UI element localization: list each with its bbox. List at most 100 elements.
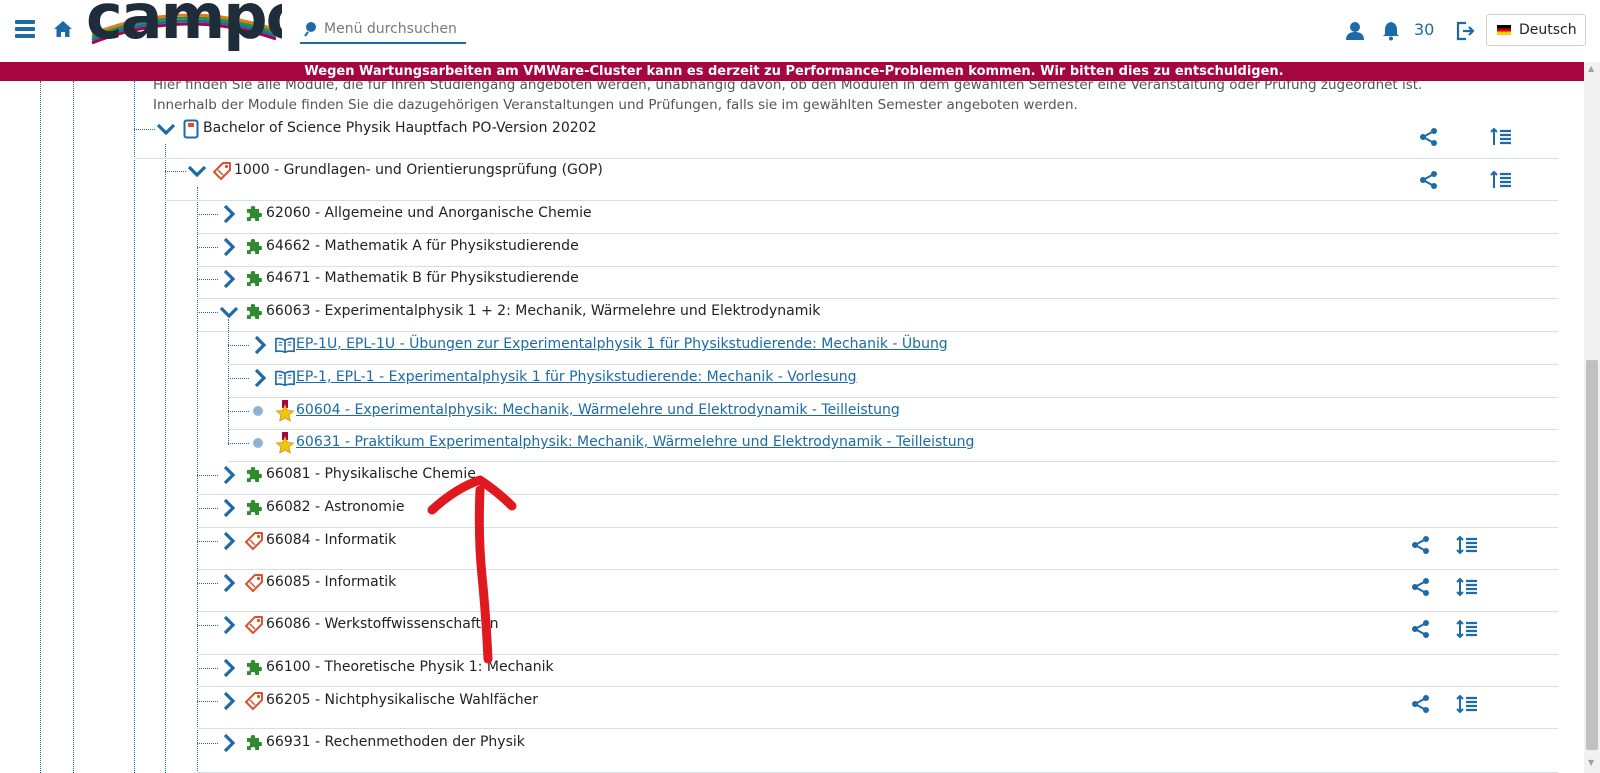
exam-star-icon — [275, 400, 295, 422]
tree-item-label: 64662 - Mathematik A für Physikstudieren… — [266, 238, 579, 254]
tree-item-label: 1000 - Grundlagen- und Orientierungsprüf… — [234, 162, 603, 178]
expand-toggle[interactable] — [220, 574, 238, 592]
expand-toggle[interactable] — [220, 616, 238, 634]
exam-star-icon — [275, 432, 295, 454]
tree-guide-line — [165, 144, 166, 773]
share-button[interactable] — [1418, 169, 1440, 191]
tree-row: 1000 - Grundlagen- und Orientierungsprüf… — [165, 159, 1558, 201]
svg-text:campo: campo — [86, 0, 282, 53]
expand-toggle[interactable] — [220, 692, 238, 710]
puzzle-icon — [244, 204, 264, 224]
session-timer: 30 — [1414, 20, 1435, 39]
share-icon — [1412, 695, 1429, 713]
scroll-thumb[interactable] — [1586, 360, 1598, 750]
tree-row: 66086 - Werkstoffwissenschaften — [197, 612, 1558, 655]
chevron-right-icon — [254, 336, 266, 354]
search-input[interactable] — [324, 21, 464, 37]
user-button[interactable] — [1342, 18, 1368, 44]
sort-button[interactable] — [1490, 169, 1512, 191]
chevron-right-icon — [223, 734, 235, 752]
share-icon — [1420, 171, 1437, 189]
intro-line-2: Innerhalb der Module finden Sie die dazu… — [153, 97, 1078, 113]
puzzle-icon — [244, 269, 264, 289]
expand-toggle[interactable] — [251, 336, 269, 354]
tree-item-label: 66085 - Informatik — [266, 574, 397, 590]
chevron-right-icon — [223, 499, 235, 517]
tag-icon — [244, 531, 264, 551]
tree-connector — [197, 508, 218, 509]
tree-item-label: 66084 - Informatik — [266, 532, 397, 548]
tree-row: 66100 - Theoretische Physik 1: Mechanik — [197, 655, 1558, 687]
scroll-up-arrow-icon[interactable]: ▲ — [1588, 64, 1594, 73]
share-button[interactable] — [1410, 618, 1432, 640]
leaf-bullet-icon — [253, 438, 263, 448]
sort-both-icon — [1456, 577, 1477, 597]
language-select[interactable]: Deutsch — [1486, 14, 1586, 46]
tree-item-link[interactable]: 60604 - Experimentalphysik: Mechanik, Wä… — [296, 402, 900, 418]
expand-toggle[interactable] — [220, 659, 238, 677]
collapse-toggle[interactable] — [220, 303, 238, 321]
home-button[interactable] — [50, 16, 76, 42]
scroll-down-arrow-icon[interactable]: ▼ — [1588, 758, 1594, 767]
tree-item-link[interactable]: EP-1U, EPL-1U - Übungen zur Experimental… — [296, 336, 948, 352]
tree-row: 66085 - Informatik — [197, 570, 1558, 612]
puzzle-icon — [244, 237, 264, 257]
tree-connector — [197, 214, 218, 215]
tree-connector — [197, 583, 218, 584]
chevron-right-icon — [223, 238, 235, 256]
tree-connector — [197, 625, 218, 626]
expand-toggle[interactable] — [220, 466, 238, 484]
chevron-right-icon — [223, 466, 235, 484]
chevron-right-icon — [223, 659, 235, 677]
share-button[interactable] — [1410, 534, 1432, 556]
sort-button[interactable] — [1456, 693, 1478, 715]
page-scrollbar[interactable]: ▲ ▼ — [1584, 62, 1600, 773]
expand-toggle[interactable] — [220, 499, 238, 517]
tree-item-label: 62060 - Allgemeine und Anorganische Chem… — [266, 205, 592, 221]
chevron-right-icon — [254, 369, 266, 387]
tag-icon — [244, 615, 264, 635]
menu-button[interactable] — [10, 14, 40, 44]
menu-search[interactable] — [300, 16, 466, 44]
menu-icon — [15, 20, 35, 38]
tree-item-label: 66081 - Physikalische Chemie — [266, 466, 476, 482]
tree-connector — [228, 411, 249, 412]
sort-button[interactable] — [1456, 534, 1478, 556]
collapse-toggle[interactable] — [188, 162, 206, 180]
sort-button[interactable] — [1456, 576, 1478, 598]
tag-icon — [244, 691, 264, 711]
chevron-right-icon — [223, 616, 235, 634]
expand-toggle[interactable] — [251, 369, 269, 387]
tree-item-label: Bachelor of Science Physik Hauptfach PO-… — [203, 120, 597, 136]
leaf-bullet-icon — [253, 406, 263, 416]
tree-item-link[interactable]: EP-1, EPL-1 - Experimentalphysik 1 für P… — [296, 369, 857, 385]
campo-logo[interactable]: campo — [86, 0, 282, 60]
tree-connector — [197, 743, 218, 744]
chevron-right-icon — [223, 574, 235, 592]
tree-connector — [228, 378, 249, 379]
share-button[interactable] — [1418, 126, 1440, 148]
tree-row: 64671 - Mathematik B für Physikstudieren… — [197, 267, 1558, 299]
expand-toggle[interactable] — [220, 734, 238, 752]
expand-toggle[interactable] — [220, 532, 238, 550]
tree-item-link[interactable]: 60631 - Praktikum Experimentalphysik: Me… — [296, 434, 974, 450]
tree-connector — [197, 701, 218, 702]
intro-line-1: Hier finden Sie alle Module, die für Ihr… — [153, 81, 1423, 93]
expand-toggle[interactable] — [220, 270, 238, 288]
collapse-toggle[interactable] — [157, 120, 175, 138]
tree-row: 66205 - Nichtphysikalische Wahlfächer — [197, 687, 1558, 729]
tree-row: Bachelor of Science Physik Hauptfach PO-… — [134, 116, 1558, 159]
expand-toggle[interactable] — [220, 238, 238, 256]
expand-toggle[interactable] — [220, 205, 238, 223]
sort-button[interactable] — [1490, 126, 1512, 148]
sort-button[interactable] — [1456, 618, 1478, 640]
notifications-button[interactable] — [1378, 18, 1404, 44]
language-label: Deutsch — [1519, 22, 1577, 38]
tree-item-label: 66082 - Astronomie — [266, 499, 405, 515]
share-button[interactable] — [1410, 576, 1432, 598]
module-tree: Hier finden Sie alle Module, die für Ihr… — [0, 81, 1582, 773]
share-icon — [1412, 578, 1429, 596]
logout-button[interactable] — [1452, 18, 1478, 44]
share-button[interactable] — [1410, 693, 1432, 715]
sort-list-icon — [1490, 170, 1511, 188]
